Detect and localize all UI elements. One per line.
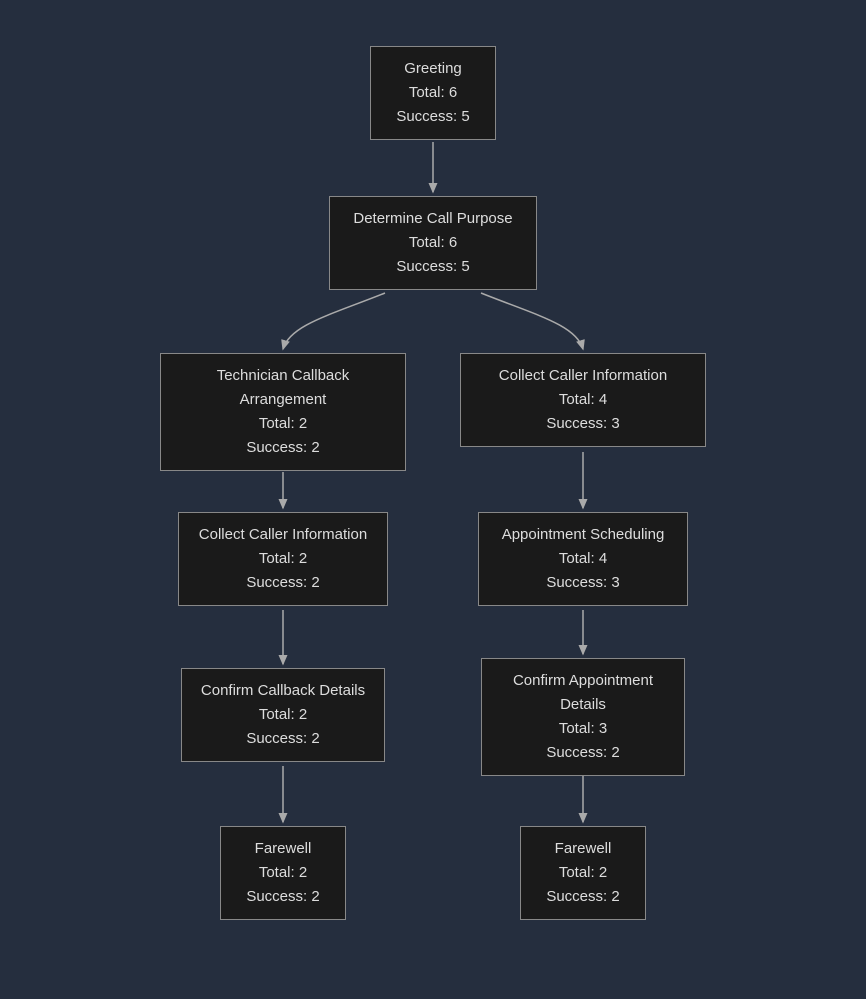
- node-total: Total: 4: [559, 547, 607, 571]
- node-success: Success: 2: [246, 727, 319, 751]
- node-total: Total: 6: [409, 81, 457, 105]
- node-total: Total: 2: [259, 547, 307, 571]
- node-success: Success: 3: [546, 412, 619, 436]
- node-collect-caller-info-left: Collect Caller Information Total: 2 Succ…: [178, 512, 388, 606]
- node-confirm-appointment: Confirm Appointment Details Total: 3 Suc…: [481, 658, 685, 776]
- node-title: Collect Caller Information: [499, 364, 667, 388]
- node-technician-callback: Technician Callback Arrangement Total: 2…: [160, 353, 406, 471]
- node-title: Appointment Scheduling: [502, 523, 665, 547]
- node-total: Total: 6: [409, 231, 457, 255]
- node-total: Total: 2: [559, 861, 607, 885]
- node-confirm-callback: Confirm Callback Details Total: 2 Succes…: [181, 668, 385, 762]
- node-success: Success: 2: [246, 436, 319, 460]
- node-collect-caller-info-right: Collect Caller Information Total: 4 Succ…: [460, 353, 706, 447]
- flowchart-edges: [0, 0, 866, 999]
- node-total: Total: 2: [259, 412, 307, 436]
- node-determine-call-purpose: Determine Call Purpose Total: 6 Success:…: [329, 196, 537, 290]
- node-success: Success: 5: [396, 105, 469, 129]
- node-success: Success: 2: [546, 741, 619, 765]
- node-success: Success: 5: [396, 255, 469, 279]
- node-title: Confirm Appointment Details: [500, 669, 666, 717]
- node-total: Total: 2: [259, 861, 307, 885]
- node-success: Success: 3: [546, 571, 619, 595]
- node-appointment-scheduling: Appointment Scheduling Total: 4 Success:…: [478, 512, 688, 606]
- node-title: Collect Caller Information: [199, 523, 367, 547]
- node-title: Technician Callback Arrangement: [179, 364, 387, 412]
- node-title: Confirm Callback Details: [201, 679, 365, 703]
- node-title: Farewell: [255, 837, 312, 861]
- node-success: Success: 2: [246, 885, 319, 909]
- node-title: Determine Call Purpose: [353, 207, 512, 231]
- node-greeting: Greeting Total: 6 Success: 5: [370, 46, 496, 140]
- node-farewell-right: Farewell Total: 2 Success: 2: [520, 826, 646, 920]
- node-success: Success: 2: [246, 571, 319, 595]
- node-total: Total: 3: [559, 717, 607, 741]
- node-success: Success: 2: [546, 885, 619, 909]
- node-title: Greeting: [404, 57, 462, 81]
- node-total: Total: 4: [559, 388, 607, 412]
- node-title: Farewell: [555, 837, 612, 861]
- node-farewell-left: Farewell Total: 2 Success: 2: [220, 826, 346, 920]
- node-total: Total: 2: [259, 703, 307, 727]
